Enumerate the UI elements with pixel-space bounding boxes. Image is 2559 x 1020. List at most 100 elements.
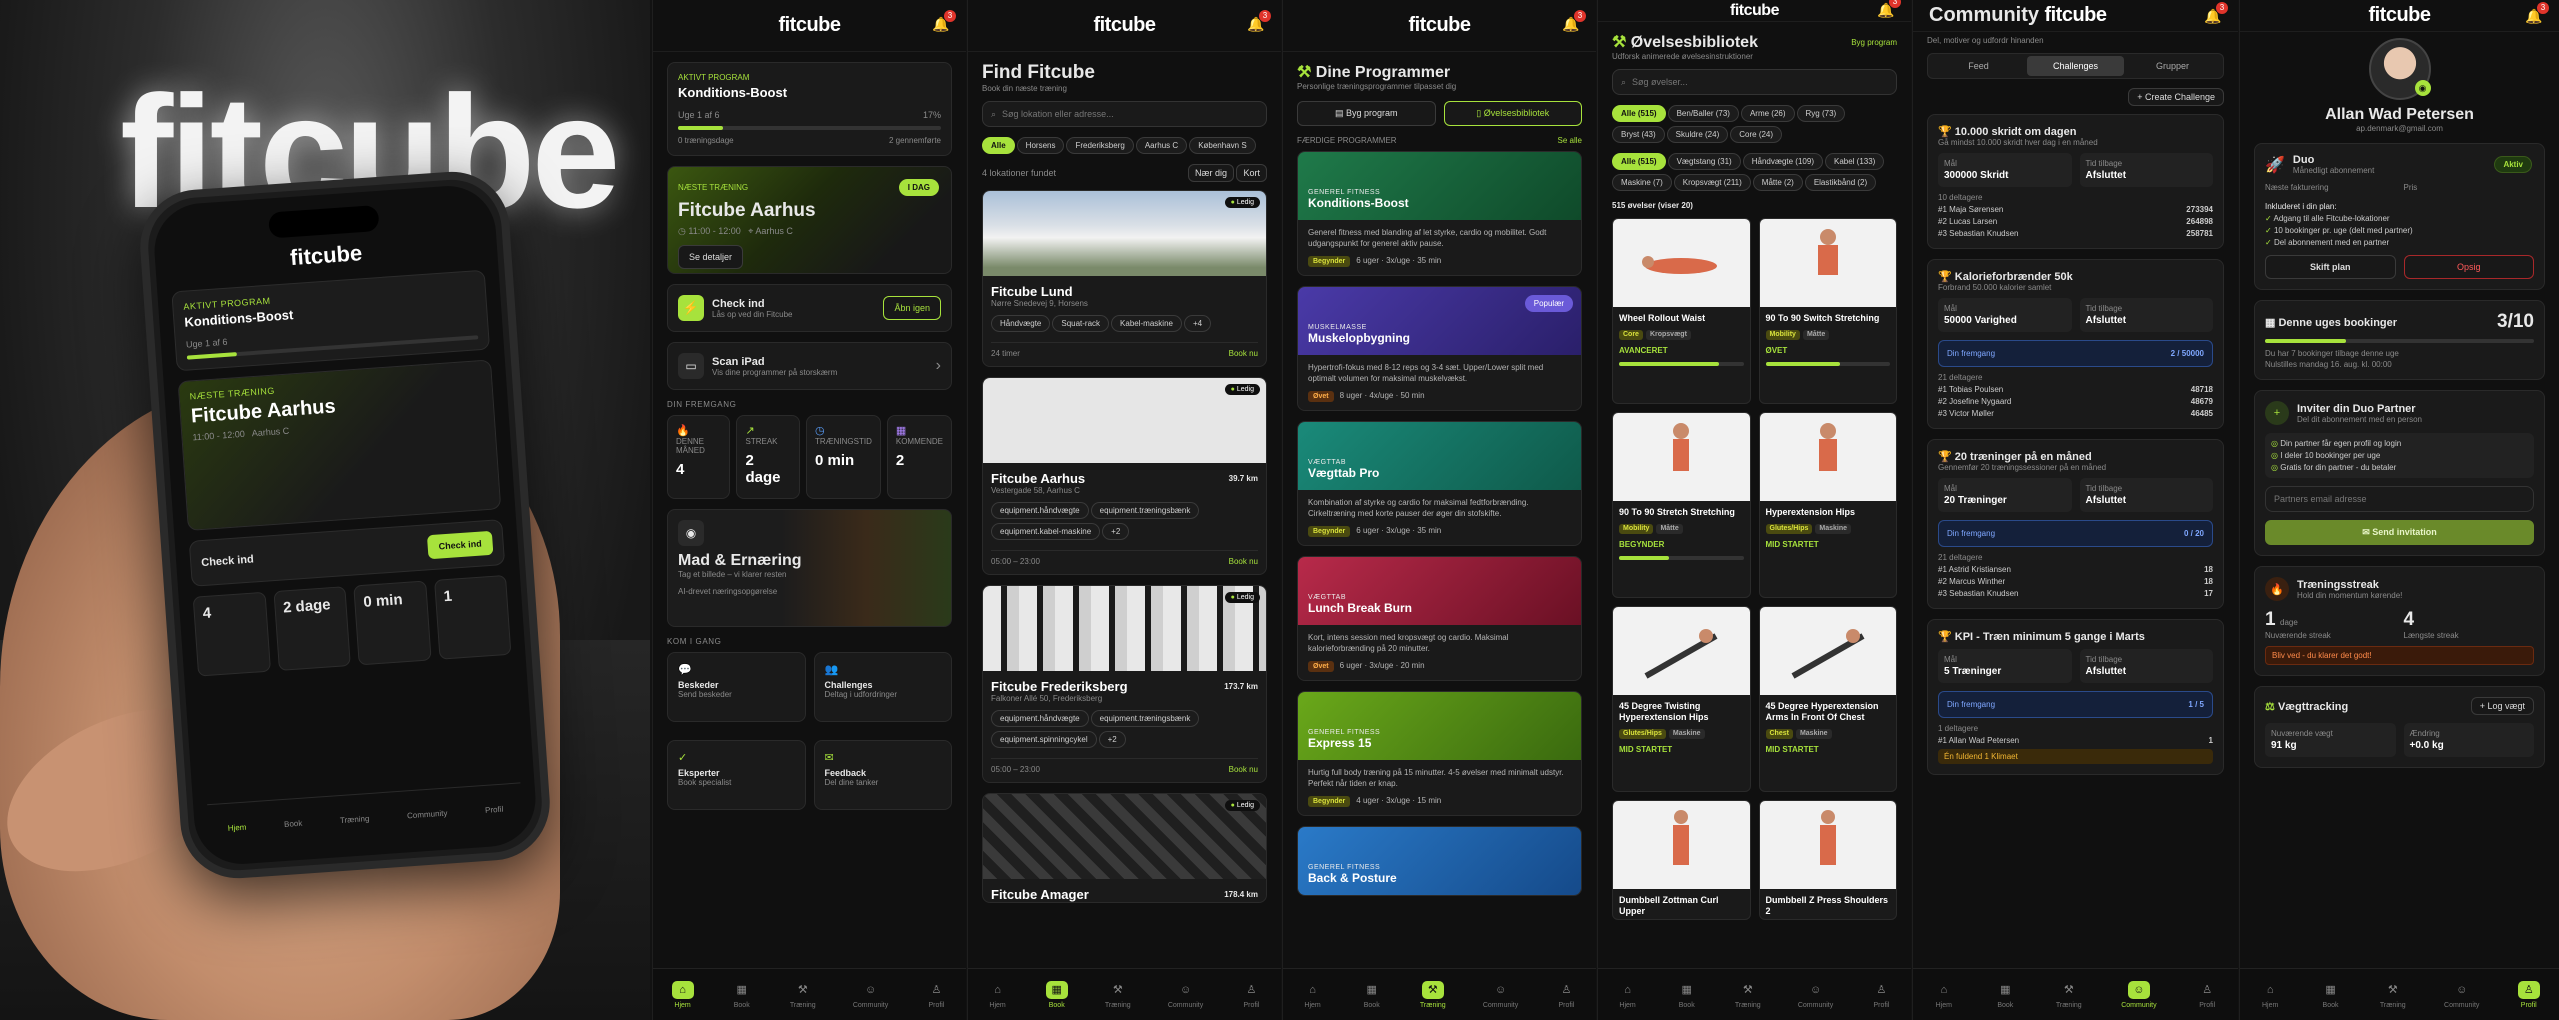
nav-community[interactable]: ☺ Community [1483,981,1518,1009]
tab-challenges[interactable]: Challenges [2027,56,2124,76]
tab-feed[interactable]: Feed [1930,56,2027,76]
bell-icon[interactable]: 🔔 3 [1562,10,1586,34]
nav-profile[interactable]: ♙ Profil [1555,981,1577,1009]
program-card[interactable]: Populær MUSKELMASSE Muskelopbygning Hypert… [1297,286,1582,412]
equipment-pill[interactable]: Kropsvægt (211) [1673,174,1751,191]
see-all-link[interactable]: Se alle [1558,136,1582,145]
nav-book[interactable]: ▦ Book [2320,981,2342,1009]
muscle-pill[interactable]: Ryg (73) [1796,105,1846,122]
tab-groups[interactable]: Grupper [2124,56,2221,76]
filter-pill[interactable]: Alle [982,137,1015,154]
muscle-pill[interactable]: Arme (26) [1740,105,1795,122]
nav-community[interactable]: ☺ Community [1798,981,1833,1009]
log-weight-button[interactable]: + Log vægt [2470,697,2534,715]
nav-training[interactable]: ⚒ Træning [1420,980,1446,1009]
program-card[interactable]: GENEREL FITNESS Konditions-Boost Generel … [1297,151,1582,277]
nav-book[interactable]: ▦ Book [1676,981,1698,1009]
filter-pill[interactable]: Aarhus C [1135,137,1188,154]
phone-checkin-card[interactable]: Check ind Check ind [188,519,506,587]
filter-pill[interactable]: Horsens [1016,137,1065,154]
book-now-link[interactable]: Book nu [1229,765,1258,774]
gym-card[interactable]: ● Ledig Fitcube Frederiksberg 173.7 km Fa… [982,585,1267,783]
book-now-link[interactable]: Book nu [1229,349,1258,358]
nav-home[interactable]: ⌂ Hjem [987,981,1009,1009]
challenge-card[interactable]: 🏆 KPI - Træn minimum 5 gange i Marts Mål… [1927,619,2224,775]
create-challenge-button[interactable]: + Create Challenge [2128,88,2224,106]
nav-profile[interactable]: ♙ Profil [2517,980,2540,1009]
cancel-button[interactable]: Opsig [2403,255,2534,279]
exercise-card[interactable]: 90 To 90 Stretch Stretching Mobility Måtte… [1612,412,1751,598]
nav-profile[interactable]: ♙ Profil [925,981,947,1009]
avatar[interactable]: ◉ [2368,38,2431,100]
filter-pill[interactable]: Frederiksberg [1066,137,1134,154]
phone-next-card[interactable]: NÆSTE TRÆNING Fitcube Aarhus 11:00 - 12:… [177,359,502,531]
change-plan-button[interactable]: Skift plan [2265,255,2396,279]
bell-icon[interactable]: 🔔 3 [2525,2,2549,26]
nav-training[interactable]: ⚒ Træning [2380,981,2406,1009]
phone-program-card[interactable]: AKTIVT PROGRAM Konditions-Boost Uge 1 af… [171,269,491,372]
nav-home[interactable]: ⌂ Hjem [1933,981,1955,1009]
exercise-search[interactable]: ⌕ Søg øvelser... [1612,69,1897,95]
muscle-pill[interactable]: Alle (515) [1612,105,1666,122]
book-now-link[interactable]: Book nu [1229,557,1258,566]
nav-home[interactable]: ⌂ Hjem [2259,981,2281,1009]
exercise-card[interactable]: 90 To 90 Switch Stretching Mobility Måtte Ø… [1758,218,1897,404]
bell-icon[interactable]: 🔔 3 [932,10,956,34]
nav-community[interactable]: ☺ Community [2444,981,2479,1009]
phone-nav-item[interactable]: Community [407,809,448,821]
muscle-pill[interactable]: Ben/Baller (73) [1667,105,1739,122]
exercise-card[interactable]: Hyperextension Hips Glutes/Hips Maskine MID… [1758,412,1897,598]
build-program-link[interactable]: Byg program [1851,38,1897,47]
gym-card[interactable]: ● Ledig Fitcube Amager 178.4 km [982,793,1267,903]
phone-nav-item[interactable]: Træning [340,814,370,825]
phone-nav-item[interactable]: Hjem [227,823,246,833]
quick-feedback[interactable]: ✉ Feedback Del dine tanker [813,740,952,810]
equipment-pill[interactable]: Håndvægte (109) [1742,153,1823,170]
phone-nav-item[interactable]: Book [284,819,303,829]
exercise-card[interactable]: Dumbbell Z Press Shoulders 2 [1758,800,1897,920]
nav-profile[interactable]: ♙ Profil [1870,981,1892,1009]
quick-challenges[interactable]: 👥 Challenges Deltag i udfordringer [813,652,952,722]
send-invitation-button[interactable]: ✉ Send invitation [2265,520,2534,545]
near-me-button[interactable]: Nær dig [1187,164,1234,182]
details-button[interactable]: Se detaljer [678,245,744,269]
program-card[interactable]: VÆGTTAB Vægttab Pro Kombination af styrke… [1297,421,1582,547]
quick-messages[interactable]: 💬 Beskeder Send beskeder [667,652,806,722]
bell-icon[interactable]: 🔔 3 [1247,10,1271,34]
nav-home[interactable]: ⌂ Hjem [1617,981,1639,1009]
phone-checkin-button[interactable]: Check ind [426,530,494,560]
nav-book[interactable]: ▦ Book [731,981,753,1009]
nav-book[interactable]: ▦ Book [1045,980,1068,1009]
challenge-card[interactable]: 🏆 20 træninger på en måned Gennemfør 20 … [1927,439,2224,609]
program-card[interactable]: GENEREL FITNESS Back & Posture [1297,826,1582,897]
nav-book[interactable]: ▦ Book [1994,981,2016,1009]
exercise-card[interactable]: 45 Degree Hyperextension Arms In Front O… [1758,606,1897,792]
program-card[interactable]: VÆGTTAB Lunch Break Burn Kort, intens ses… [1297,556,1582,682]
nav-profile[interactable]: ♙ Profil [2196,981,2218,1009]
active-program-card[interactable]: AKTIVT PROGRAM Konditions-Boost Uge 1 af… [667,62,952,156]
nav-training[interactable]: ⚒ Træning [790,981,816,1009]
nav-training[interactable]: ⚒ Træning [1105,981,1131,1009]
location-search[interactable]: ⌕ Søg lokation eller adresse... [982,101,1267,127]
gym-card[interactable]: ● Ledig Fitcube Aarhus 39.7 km Vestergade… [982,377,1267,575]
exercise-card[interactable]: Dumbbell Zottman Curl Upper [1612,800,1751,920]
program-card[interactable]: GENEREL FITNESS Express 15 Hurtig full bo… [1297,691,1582,817]
muscle-pill[interactable]: Core (24) [1730,126,1783,143]
equipment-pill[interactable]: Alle (515) [1612,153,1666,170]
bell-icon[interactable]: 🔔 3 [1877,0,1901,20]
muscle-pill[interactable]: Bryst (43) [1612,126,1665,143]
equipment-pill[interactable]: Elastikbånd (2) [1804,174,1877,191]
nav-profile[interactable]: ♙ Profil [1240,981,1262,1009]
food-card[interactable]: ◉ Mad & Ernæring Tag et billede – vi kla… [667,509,952,627]
equipment-pill[interactable]: Kabel (133) [1824,153,1885,170]
quick-experts[interactable]: ✓ Eksperter Book specialist [667,740,806,810]
filter-pill[interactable]: København S [1189,137,1256,154]
open-again-button[interactable]: Åbn igen [883,296,941,320]
nav-home[interactable]: ⌂ Hjem [1302,981,1324,1009]
nav-home[interactable]: ⌂ Hjem [671,980,694,1009]
equipment-pill[interactable]: Vægtstang (31) [1667,153,1741,170]
nav-training[interactable]: ⚒ Træning [1735,981,1761,1009]
library-button[interactable]: ▯ Øvelsesbibliotek [1443,101,1582,126]
next-training-card[interactable]: NÆSTE TRÆNING I DAG Fitcube Aarhus ◷ 11:0… [667,166,952,274]
nav-community[interactable]: ☺ Community [853,981,888,1009]
